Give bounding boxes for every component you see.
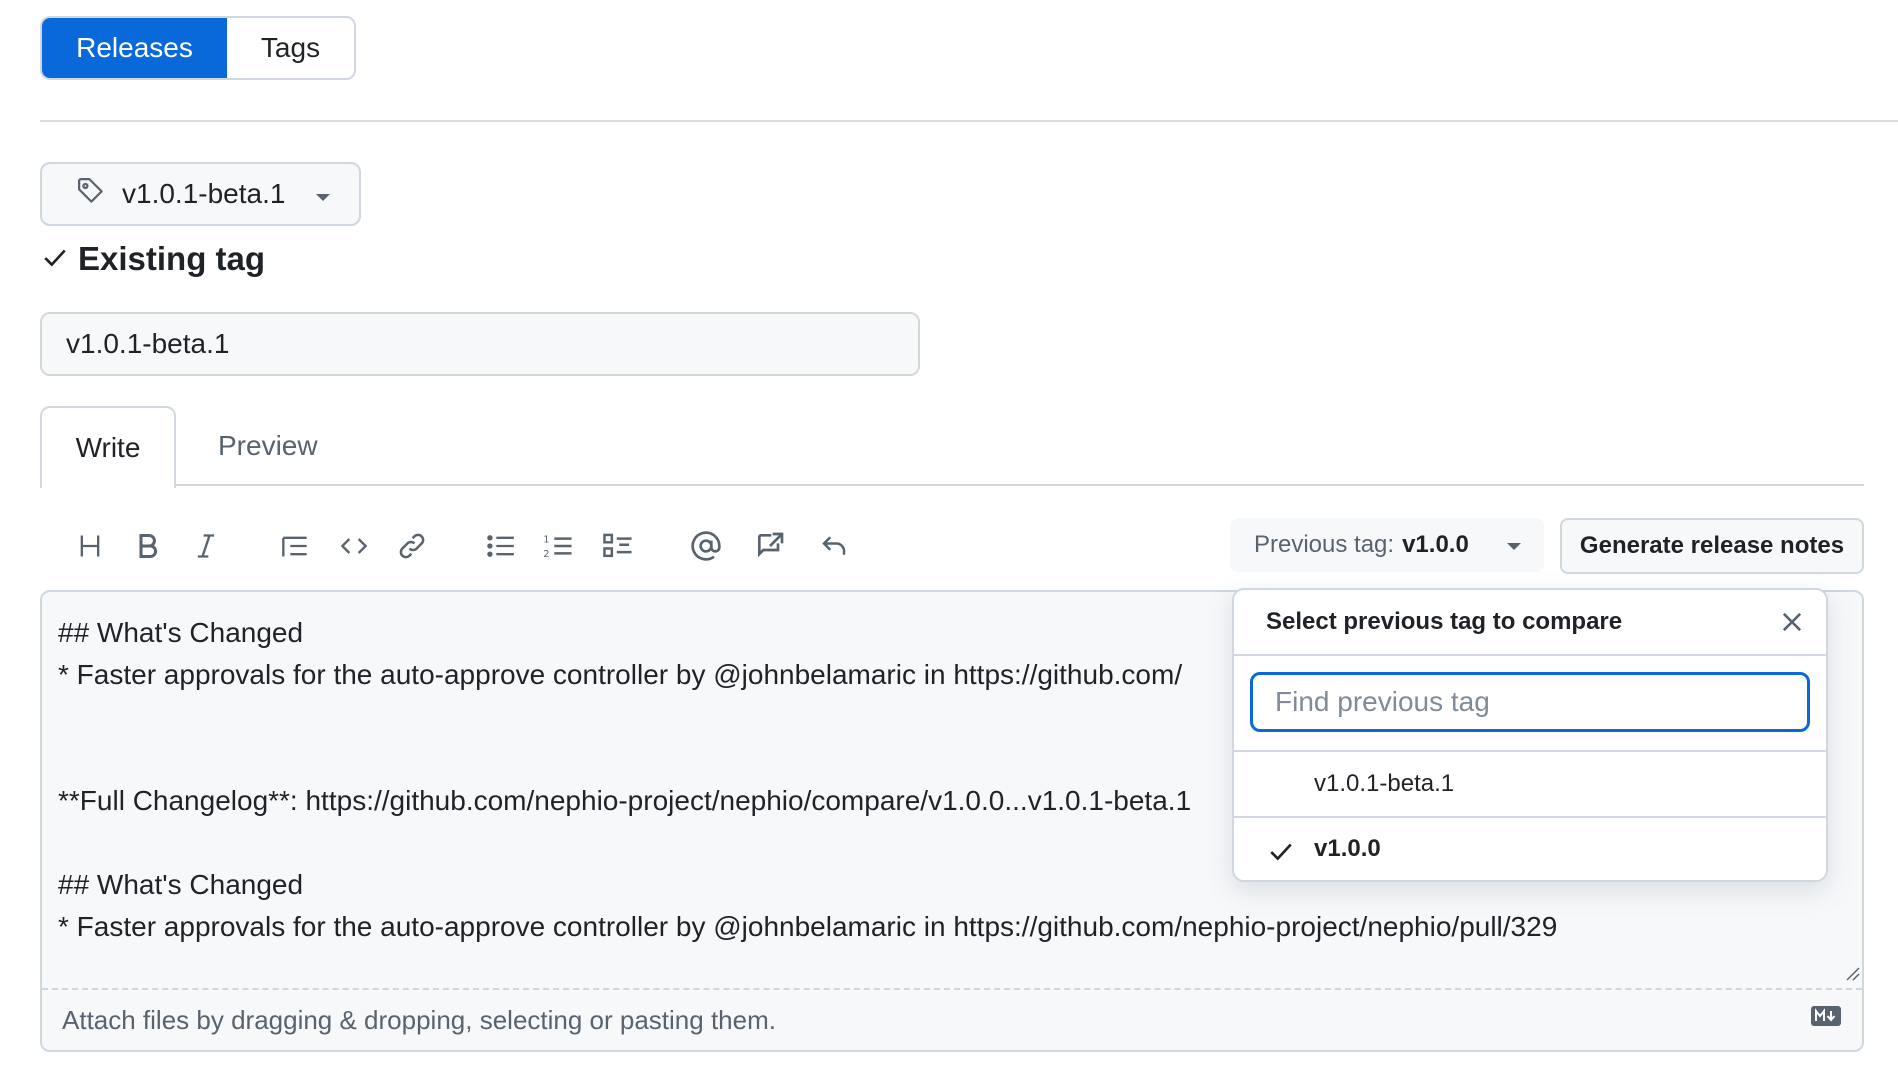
- tag-icon: [76, 176, 106, 213]
- tab-write[interactable]: Write: [40, 406, 176, 488]
- unordered-list-icon[interactable]: [481, 526, 521, 566]
- release-form-page: Releases Tags v1.0.1-beta.1 Existing tag…: [0, 0, 1898, 1072]
- task-list-icon[interactable]: [598, 526, 638, 566]
- existing-tag-status: Existing tag: [42, 240, 265, 278]
- ordered-list-icon[interactable]: 12: [538, 526, 578, 566]
- releases-tab-button[interactable]: Releases: [42, 18, 227, 78]
- tag-select-value: v1.0.1-beta.1: [122, 178, 286, 209]
- heading-icon[interactable]: [70, 526, 110, 566]
- releases-tags-toggle: Releases Tags: [40, 16, 356, 80]
- attach-files-area[interactable]: Attach files by dragging & dropping, sel…: [42, 988, 1862, 1050]
- resize-handle-icon[interactable]: [1844, 965, 1860, 986]
- reference-icon[interactable]: [750, 526, 790, 566]
- undo-icon[interactable]: [814, 526, 854, 566]
- close-icon[interactable]: [1778, 608, 1806, 641]
- svg-text:1: 1: [543, 534, 549, 545]
- chevron-down-icon: [1506, 531, 1522, 559]
- attach-files-text: Attach files by dragging & dropping, sel…: [62, 1004, 776, 1035]
- popover-title: Select previous tag to compare: [1234, 590, 1826, 656]
- previous-tag-value: v1.0.0: [1402, 531, 1469, 558]
- tag-option-v1-0-1-beta-1[interactable]: v1.0.1-beta.1: [1234, 752, 1826, 816]
- tag-option-label: v1.0.0: [1314, 835, 1381, 862]
- previous-tag-label: Previous tag:: [1254, 531, 1395, 558]
- bold-icon[interactable]: [128, 526, 168, 566]
- italic-icon[interactable]: [186, 526, 226, 566]
- tag-option-v1-0-0[interactable]: v1.0.0: [1234, 816, 1826, 880]
- generate-release-notes-button[interactable]: Generate release notes: [1560, 518, 1864, 574]
- previous-tag-dropdown[interactable]: Previous tag: v1.0.0: [1230, 518, 1544, 572]
- existing-tag-label: Existing tag: [78, 240, 266, 277]
- tag-option-label: v1.0.1-beta.1: [1314, 770, 1455, 797]
- previous-tag-popover: Select previous tag to compare Find prev…: [1232, 588, 1828, 882]
- markdown-icon: [1810, 1005, 1842, 1032]
- check-icon: [42, 240, 68, 278]
- find-previous-tag-input[interactable]: Find previous tag: [1250, 672, 1810, 732]
- editor-line: * Faster approvals for the auto-approve …: [58, 911, 1558, 942]
- header-divider: [40, 120, 1898, 122]
- check-icon: [1268, 838, 1294, 871]
- tag-select-button[interactable]: v1.0.1-beta.1: [40, 162, 361, 226]
- code-icon[interactable]: [334, 526, 374, 566]
- tab-preview[interactable]: Preview: [218, 406, 318, 486]
- tags-tab-button[interactable]: Tags: [227, 18, 354, 78]
- chevron-down-icon: [315, 178, 331, 210]
- quote-icon[interactable]: [275, 526, 315, 566]
- mention-icon[interactable]: [686, 526, 726, 566]
- svg-text:2: 2: [543, 549, 549, 560]
- release-title-input[interactable]: v1.0.1-beta.1: [40, 312, 920, 376]
- link-icon[interactable]: [392, 526, 432, 566]
